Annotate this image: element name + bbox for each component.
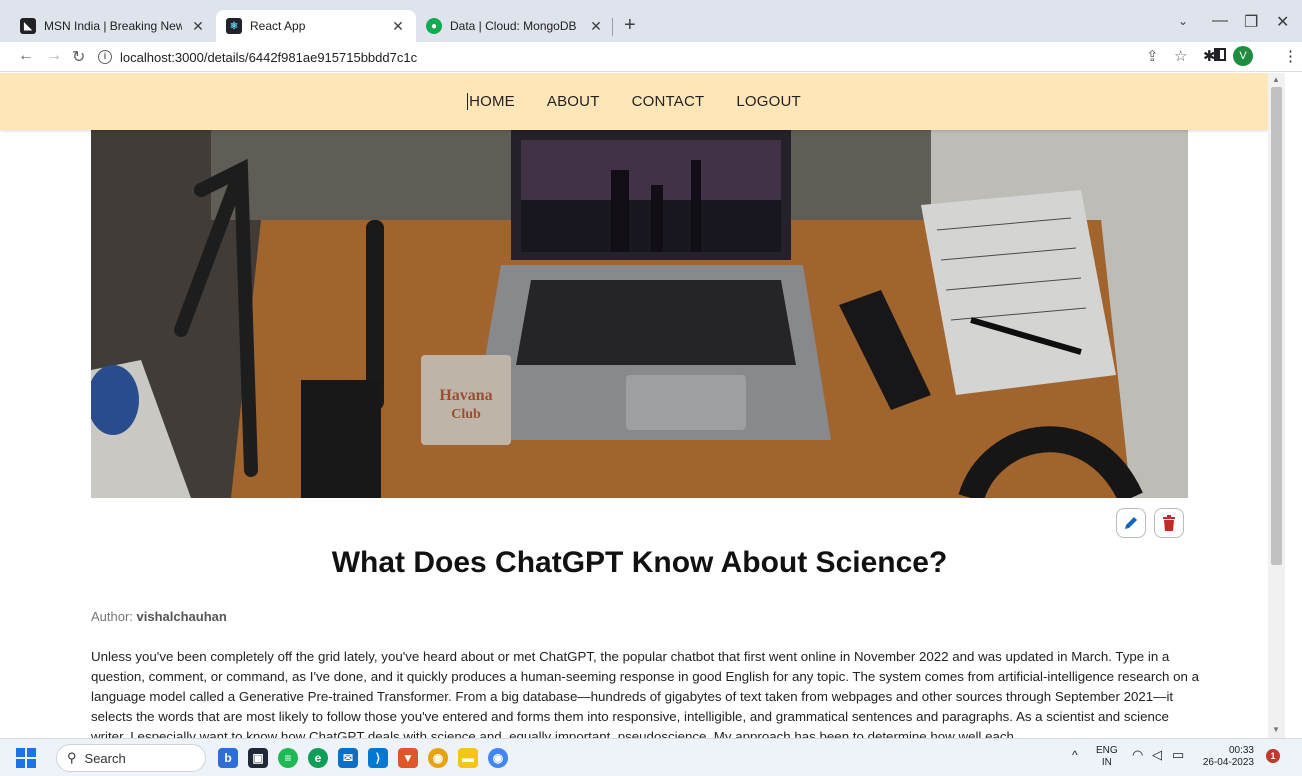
- nav-about[interactable]: ABOUT: [547, 93, 600, 110]
- task-view-icon[interactable]: ▣: [248, 748, 268, 768]
- scroll-up-icon[interactable]: ▲: [1272, 75, 1280, 84]
- side-panel-icon[interactable]: [1214, 48, 1226, 61]
- close-tab-icon[interactable]: ✕: [190, 18, 206, 35]
- clock[interactable]: 00:33 26-04-2023: [1196, 745, 1254, 769]
- msn-favicon-icon: ◣: [20, 18, 36, 34]
- page-scrollbar[interactable]: ▲ ▼: [1268, 73, 1285, 738]
- notification-badge[interactable]: 1: [1266, 749, 1280, 763]
- tab-title: React App: [250, 19, 306, 33]
- battery-icon[interactable]: ▭: [1172, 748, 1184, 761]
- desk-photo-illustration: Havana Club: [91, 130, 1188, 498]
- post-body: Unless you've been completely off the gr…: [91, 649, 1199, 738]
- nav-contact[interactable]: CONTACT: [632, 93, 705, 110]
- brave-icon[interactable]: ▼: [398, 748, 418, 768]
- windows-start-icon[interactable]: [16, 748, 36, 768]
- bing-app-icon[interactable]: b: [218, 748, 238, 768]
- site-info-icon[interactable]: i: [98, 50, 112, 64]
- plus-icon[interactable]: +: [624, 14, 636, 37]
- edit-post-button[interactable]: [1116, 508, 1146, 538]
- tab-title: MSN India | Breaking News, Ente: [44, 19, 182, 33]
- site-navbar: HOME ABOUT CONTACT LOGOUT: [0, 73, 1268, 130]
- scrollbar-thumb[interactable]: [1271, 87, 1282, 565]
- browser-window: ◣ MSN India | Breaking News, Ente ✕ ⚛ Re…: [0, 0, 1302, 776]
- author-name: vishalchauhan: [136, 609, 227, 624]
- nav-home[interactable]: HOME: [467, 93, 515, 110]
- chrome-icon[interactable]: ◉: [428, 748, 448, 768]
- lang-line2: IN: [1101, 757, 1112, 768]
- profile-avatar[interactable]: V: [1233, 46, 1253, 66]
- lang-line1: ENG: [1096, 745, 1118, 756]
- author-label: Author:: [91, 609, 137, 624]
- post-hero-image: Havana Club: [91, 130, 1188, 498]
- reload-icon[interactable]: ↻: [72, 47, 85, 67]
- clock-date: 26-04-2023: [1202, 757, 1254, 768]
- post-title: What Does ChatGPT Know About Science?: [331, 546, 948, 579]
- search-icon: ⚲: [67, 750, 77, 765]
- file-explorer-icon[interactable]: ▬: [458, 748, 478, 768]
- tray-chevron-icon[interactable]: ^: [1072, 749, 1078, 761]
- volume-icon[interactable]: ◁: [1152, 748, 1162, 761]
- windows-taskbar: ⚲ Search b ▣ ≡ e ✉ ⟩ ▼ ◉ ▬ ◉ ^ ENG IN ◠ …: [0, 738, 1302, 776]
- delete-post-button[interactable]: [1154, 508, 1184, 538]
- tab-title: Data | Cloud: MongoDB Cloud: [450, 19, 580, 33]
- page-viewport: HOME ABOUT CONTACT LOGOUT Havana Club Wh…: [0, 73, 1268, 738]
- back-arrow-icon[interactable]: ←: [18, 47, 34, 65]
- close-tab-icon[interactable]: ✕: [390, 18, 406, 35]
- close-tab-icon[interactable]: ✕: [588, 18, 604, 35]
- forward-arrow-icon[interactable]: →: [46, 47, 62, 65]
- share-icon[interactable]: ⇪: [1146, 47, 1159, 65]
- react-favicon-icon: ⚛: [226, 18, 242, 34]
- clock-time: 00:33: [1228, 745, 1254, 756]
- tab-react-app[interactable]: ⚛ React App ✕: [216, 10, 416, 42]
- post-author: Author: vishalchauhan: [91, 609, 227, 624]
- tab-msn[interactable]: ◣ MSN India | Breaking News, Ente ✕: [10, 10, 216, 42]
- tab-mongodb[interactable]: ● Data | Cloud: MongoDB Cloud ✕: [416, 10, 614, 42]
- tab-separator: [612, 18, 613, 36]
- tab-search-chevron-icon[interactable]: ⌄: [1178, 14, 1188, 28]
- url-text: localhost:3000/details/6442f981ae915715b…: [120, 49, 418, 65]
- more-menu-icon[interactable]: ⋮: [1283, 47, 1298, 65]
- wifi-icon[interactable]: ◠: [1132, 748, 1143, 761]
- bookmark-star-icon[interactable]: ☆: [1174, 47, 1187, 65]
- restore-icon[interactable]: ❐: [1244, 12, 1258, 32]
- spotify-icon[interactable]: ≡: [278, 748, 298, 768]
- search-label: Search: [84, 750, 126, 766]
- minimize-icon[interactable]: —: [1212, 12, 1228, 30]
- mail-icon[interactable]: ✉: [338, 748, 358, 768]
- close-window-icon[interactable]: ✕: [1276, 12, 1289, 32]
- pencil-icon: [1125, 517, 1137, 529]
- browser-toolbar: ← → ↻ i localhost:3000/details/6442f981a…: [0, 42, 1302, 72]
- language-indicator[interactable]: ENG IN: [1096, 745, 1118, 769]
- vscode-icon[interactable]: ⟩: [368, 748, 388, 768]
- chrome-canary-icon[interactable]: ◉: [488, 748, 508, 768]
- tab-strip: ◣ MSN India | Breaking News, Ente ✕ ⚛ Re…: [0, 0, 1302, 42]
- mongodb-favicon-icon: ●: [426, 18, 442, 34]
- scroll-down-icon[interactable]: ▼: [1272, 725, 1280, 734]
- trash-icon: [1163, 515, 1175, 531]
- edge-icon[interactable]: e: [308, 748, 328, 768]
- taskbar-search[interactable]: ⚲ Search: [56, 744, 206, 772]
- nav-logout[interactable]: LOGOUT: [736, 93, 801, 110]
- address-bar[interactable]: i localhost:3000/details/6442f981ae91571…: [98, 46, 1098, 68]
